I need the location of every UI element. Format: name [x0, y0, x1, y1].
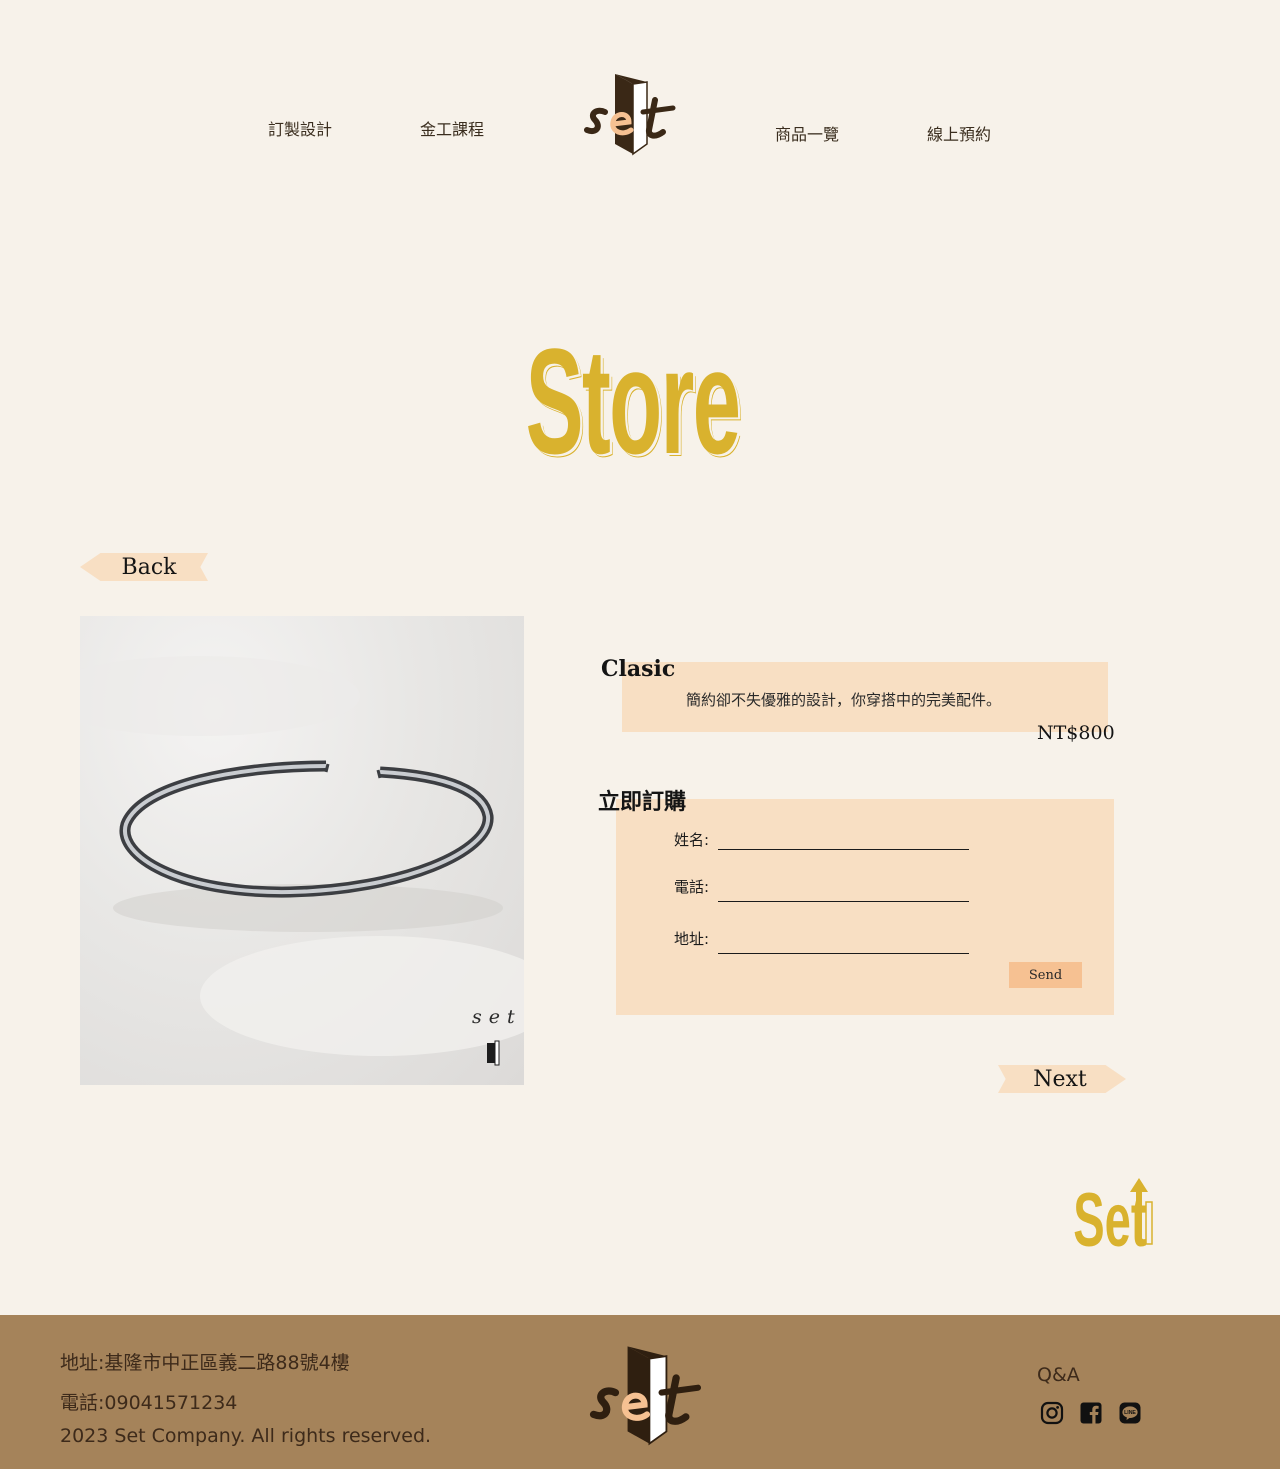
svg-text:LINE: LINE: [1124, 1410, 1136, 1416]
set-arrow-logo-icon: Set: [1073, 1178, 1153, 1263]
nav-item-products[interactable]: 商品一覽: [775, 121, 839, 145]
send-button[interactable]: Send: [1009, 962, 1082, 988]
back-button-label: Back: [121, 554, 177, 580]
qa-link[interactable]: Q&A: [1037, 1364, 1080, 1386]
next-button[interactable]: Next: [998, 1065, 1126, 1093]
nav-item-online-booking[interactable]: 線上預約: [927, 121, 991, 145]
nav-item-custom-design[interactable]: 訂製設計: [268, 116, 332, 140]
product-name: Clasic: [601, 656, 676, 682]
photo-watermark: set: [472, 1006, 522, 1028]
set-logo-icon: [589, 1346, 702, 1446]
product-price: NT$800: [1037, 722, 1115, 744]
instagram-icon[interactable]: [1040, 1401, 1064, 1425]
name-input[interactable]: [718, 828, 969, 850]
facebook-icon[interactable]: [1079, 1401, 1103, 1425]
footer-logo[interactable]: [588, 1344, 706, 1450]
back-button[interactable]: Back: [80, 553, 208, 581]
order-form-heading: 立即訂購: [598, 789, 687, 815]
address-field-label: 地址:: [674, 930, 710, 948]
phone-input[interactable]: [718, 880, 969, 902]
footer-address: 地址:基隆市中正區義二路88號4樓: [60, 1352, 350, 1374]
set-logo-icon: [584, 74, 676, 156]
page-title: Store: [525, 317, 741, 485]
footer-copyright: 2023 Set Company. All rights reserved.: [60, 1425, 432, 1447]
footer-phone: 電話:09041571234: [60, 1392, 238, 1414]
line-icon[interactable]: LINE: [1118, 1401, 1142, 1425]
ring-image: [80, 656, 524, 1066]
product-photo: [80, 616, 524, 1085]
header-logo[interactable]: [583, 72, 679, 160]
product-description: 簡約卻不失優雅的設計，你穿搭中的完美配件。: [686, 691, 1002, 709]
phone-field-label: 電話:: [674, 878, 710, 896]
next-button-label: Next: [1033, 1066, 1087, 1092]
name-field-label: 姓名:: [674, 831, 710, 849]
brand-mark: Set: [1072, 1176, 1156, 1263]
nav-item-metalwork-course[interactable]: 金工課程: [420, 116, 484, 140]
address-input[interactable]: [718, 932, 969, 954]
